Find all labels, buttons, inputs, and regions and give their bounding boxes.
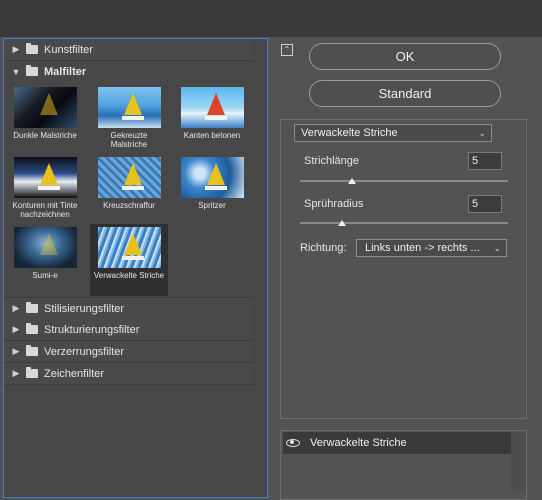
thumbnail-image (97, 227, 161, 268)
chevron-down-icon: ⌄ (478, 128, 486, 138)
chevron-up-icon: ⌃ (283, 45, 291, 54)
filter-thumb-verwackelte-striche[interactable]: Verwackelte Striche (90, 224, 168, 296)
folder-icon (26, 367, 38, 378)
layers-scrollbar[interactable] (511, 432, 525, 492)
strichlaenge-input[interactable]: 5 (468, 152, 502, 170)
folder-icon (26, 345, 38, 356)
filter-thumb-dunkle-malstriche[interactable]: Dunkle Malstriche (6, 84, 84, 156)
effect-layer-label: Verwackelte Striche (310, 437, 407, 449)
category-label: Zeichenfilter (44, 367, 104, 380)
eye-icon[interactable] (286, 439, 300, 447)
folder-icon (26, 302, 38, 313)
thumbnail-image (180, 157, 244, 198)
expand-arrow-icon: ▶ (12, 324, 20, 334)
chevron-down-icon: ⌄ (493, 243, 501, 253)
sailboat-icon (123, 93, 142, 115)
filter-thumb-spritzer[interactable]: Spritzer (173, 154, 251, 226)
sailboat-icon (39, 233, 58, 255)
category-verzerrungsfilter[interactable]: ▶ Verzerrungsfilter (4, 341, 254, 363)
spruehradius-slider-track[interactable] (300, 222, 508, 224)
richtung-label: Richtung: (300, 242, 347, 254)
folder-icon (26, 43, 38, 54)
thumbnail-image (13, 227, 77, 268)
sailboat-icon (123, 233, 142, 255)
category-label: Verzerrungsfilter (44, 345, 125, 358)
thumbnail-image (97, 157, 161, 198)
sailboat-icon (39, 163, 58, 185)
expand-arrow-icon: ▶ (12, 303, 20, 313)
thumbnail-image (13, 157, 77, 198)
category-label: Stilisierungsfilter (44, 302, 125, 315)
category-kunstfilter[interactable]: ▶ Kunstfilter (4, 39, 254, 61)
standard-button[interactable]: Standard (309, 80, 501, 107)
collapse-gallery-button[interactable]: ⌃ (281, 44, 293, 56)
filter-thumb-gekreuzte-malstriche[interactable]: Gekreuzte Malstriche (90, 84, 168, 156)
ok-button[interactable]: OK (309, 43, 501, 70)
spruehradius-input[interactable]: 5 (468, 195, 502, 213)
thumbnail-image (180, 87, 244, 128)
category-label: Malfilter (44, 65, 87, 78)
thumbnail-image (97, 87, 161, 128)
filter-label: Verwackelte Striche (93, 271, 165, 280)
collapse-arrow-icon: ▼ (11, 66, 21, 77)
folder-icon (26, 65, 38, 76)
category-zeichenfilter[interactable]: ▶ Zeichenfilter (4, 363, 254, 385)
folder-icon (26, 323, 38, 334)
richtung-select-value: Links unten -> rechts ... (365, 242, 480, 254)
filter-label: Spritzer (198, 201, 226, 210)
spruehradius-label: Sprühradius (304, 198, 364, 210)
category-label: Strukturierungsfilter (44, 323, 140, 336)
filter-gallery-panel: ▶ Kunstfilter ▼ Malfilter Dunkle Malstri… (3, 38, 268, 498)
filter-label: Kreuzschraffur (103, 201, 155, 210)
expand-arrow-icon: ▶ (12, 368, 20, 378)
strichlaenge-label: Strichlänge (304, 155, 360, 167)
category-malfilter[interactable]: ▼ Malfilter (4, 61, 254, 82)
filter-label: Sumi-e (32, 271, 58, 280)
sailboat-icon (39, 93, 58, 115)
sailboat-icon (206, 93, 225, 115)
richtung-select[interactable]: Links unten -> rechts ... ⌄ (356, 239, 507, 257)
filter-label: Kanten betonen (183, 131, 241, 140)
filter-label: Konturen mit Tinte nachzeichnen (12, 201, 78, 219)
filter-thumb-sumi-e[interactable]: Sumi-e (6, 224, 84, 296)
filter-thumb-kreuzschraffur[interactable]: Kreuzschraffur (90, 154, 168, 226)
filter-select[interactable]: Verwackelte Striche ⌄ (294, 124, 492, 142)
category-label: Kunstfilter (44, 43, 93, 56)
expand-arrow-icon: ▶ (12, 346, 20, 356)
filter-select-value: Verwackelte Striche (301, 127, 398, 139)
sailboat-icon (206, 163, 225, 185)
filter-label: Gekreuzte Malstriche (110, 131, 148, 149)
category-stilisierungsfilter[interactable]: ▶ Stilisierungsfilter (4, 297, 254, 320)
thumbnail-image (13, 87, 77, 128)
sailboat-icon (123, 163, 142, 185)
expand-arrow-icon: ▶ (12, 44, 20, 54)
filter-thumb-kanten-betonen[interactable]: Kanten betonen (173, 84, 251, 156)
spruehradius-slider-handle[interactable] (337, 220, 346, 226)
filter-label: Dunkle Malstriche (13, 131, 77, 140)
filter-thumb-konturen-mit-tinte[interactable]: Konturen mit Tinte nachzeichnen (6, 154, 84, 226)
title-bar-area (0, 0, 542, 37)
effect-layer-row[interactable]: Verwackelte Striche (283, 432, 511, 454)
strichlaenge-slider-handle[interactable] (348, 178, 356, 184)
category-strukturierungsfilter[interactable]: ▶ Strukturierungsfilter (4, 319, 254, 341)
strichlaenge-slider-track[interactable] (300, 180, 508, 182)
